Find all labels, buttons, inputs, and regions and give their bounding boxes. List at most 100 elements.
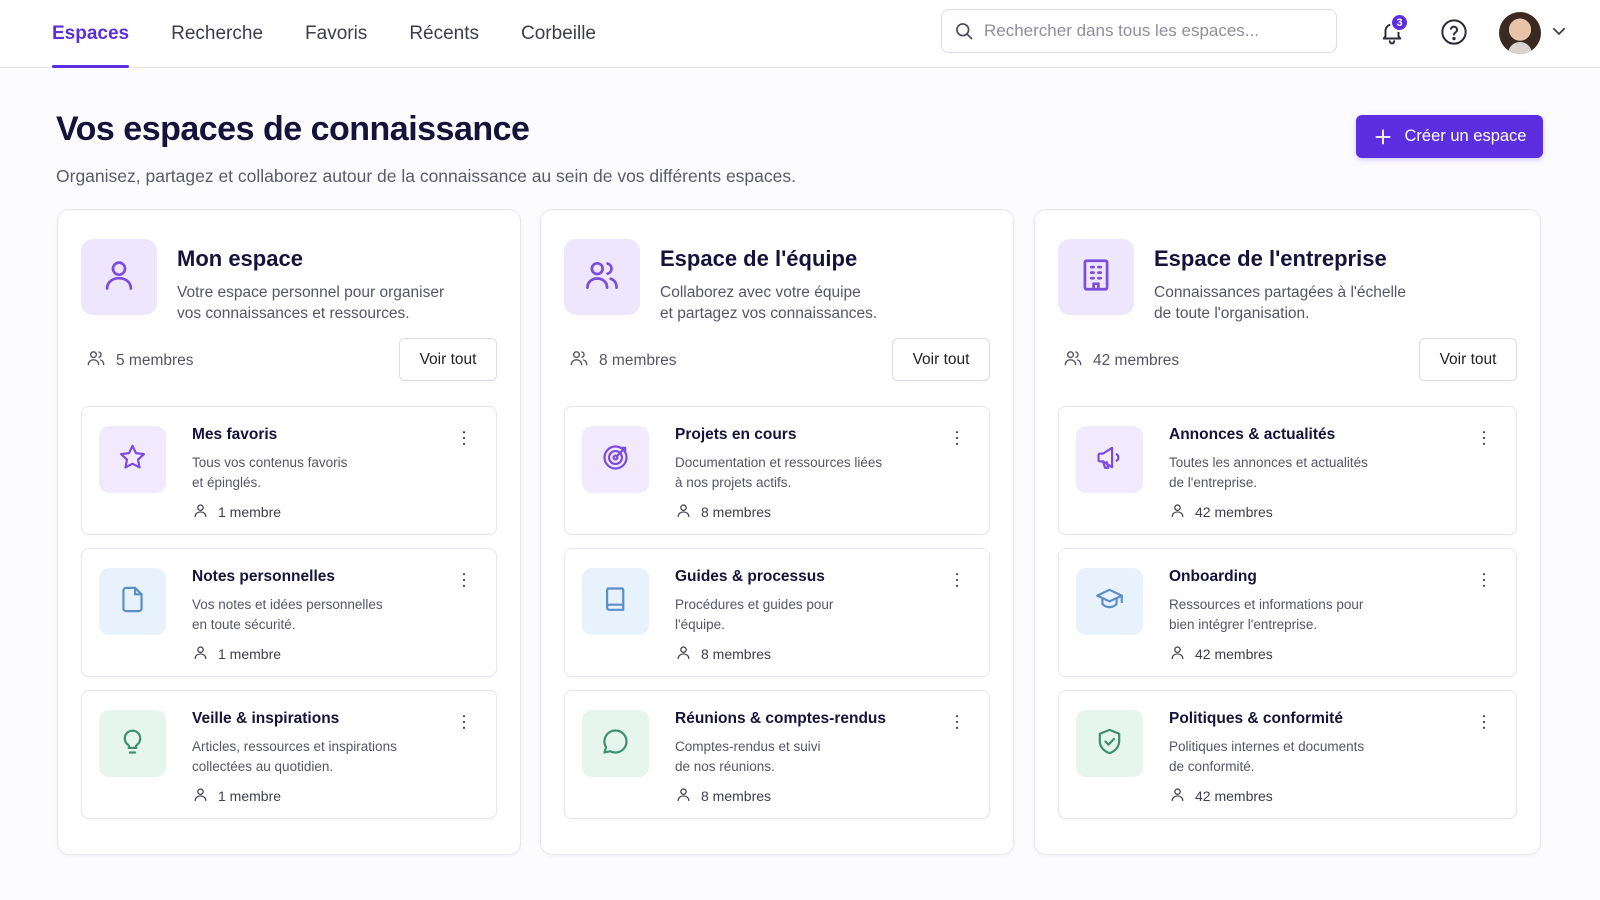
sub-space-member-count: 1 membre	[192, 502, 281, 522]
page-subtitle: Organisez, partagez et collaborez autour…	[56, 166, 796, 186]
sub-space-description-line-1: Comptes-rendus et suivi	[675, 739, 821, 754]
more-vertical-icon	[454, 428, 474, 453]
sub-space-icon	[99, 426, 166, 493]
sub-space-card[interactable]: Mes favoris Tous vos contenus favoris et é…	[81, 406, 497, 535]
user-icon	[1169, 502, 1186, 522]
sub-space-card[interactable]: Notes personnelles Vos notes et idées per…	[81, 548, 497, 677]
notifications-button[interactable]: 3	[1372, 12, 1412, 52]
sub-space-description: Procédures et guides pour l'équipe.	[675, 595, 920, 634]
sub-space-title: Annonces & actualités	[1169, 426, 1336, 443]
more-vertical-icon	[1474, 428, 1494, 453]
sub-space-member-count: 42 membres	[1169, 644, 1273, 664]
sub-space-member-count: 8 membres	[675, 786, 771, 806]
space-column-0: Mon espace Votre espace personnel pour or…	[57, 209, 521, 855]
chevron-down-icon[interactable]	[1550, 22, 1568, 45]
sub-space-description-line-2: en toute sécurité.	[192, 616, 296, 632]
create-space-label: Créer un espace	[1404, 127, 1527, 145]
more-options-button[interactable]	[1474, 713, 1494, 735]
space-member-count: 42 membres	[1063, 348, 1179, 373]
space-column-1: Espace de l'équipe Collaborez avec votre …	[540, 209, 1014, 855]
view-all-button[interactable]: Voir tout	[892, 338, 990, 381]
tab-favoris[interactable]: Favoris	[305, 0, 367, 68]
sub-space-description-line-1: Tous vos contenus favoris	[192, 455, 348, 470]
sub-space-card[interactable]: Politiques & conformité Politiques intern…	[1058, 690, 1517, 819]
tab-espaces[interactable]: Espaces	[52, 0, 130, 68]
sub-space-description: Politiques internes et documents de confo…	[1169, 737, 1414, 776]
space-header-icon	[564, 239, 640, 315]
sub-space-card[interactable]: Annonces & actualités Toutes les annonces…	[1058, 406, 1517, 535]
view-all-button[interactable]: Voir tout	[399, 338, 497, 381]
sub-space-description: Articles, ressources et inspirations coll…	[192, 737, 437, 776]
sub-space-member-count: 42 membres	[1169, 502, 1273, 522]
view-all-button[interactable]: Voir tout	[1419, 338, 1517, 381]
sub-space-title: Politiques & conformité	[1169, 710, 1343, 727]
sub-space-description-line-2: de l'entreprise.	[1169, 474, 1258, 490]
help-button[interactable]	[1434, 12, 1474, 52]
target-icon	[600, 442, 631, 478]
sub-space-description-line-2: bien intégrer l'entreprise.	[1169, 616, 1318, 632]
sub-space-description-line-2: de nos réunions.	[675, 758, 775, 774]
graduation-cap-icon	[1094, 584, 1125, 620]
more-options-button[interactable]	[947, 713, 967, 735]
sub-space-member-count-label: 1 membre	[218, 646, 282, 662]
members-icon	[1063, 348, 1083, 373]
notification-count-badge: 3	[1390, 13, 1409, 32]
space-title: Espace de l'entreprise	[1154, 246, 1387, 271]
user-icon	[1169, 644, 1186, 664]
space-member-count: 8 membres	[569, 348, 677, 373]
sub-space-description-line-1: Documentation et ressources liées	[675, 455, 883, 470]
sub-space-description: Documentation et ressources liées à nos p…	[675, 453, 920, 492]
sub-space-icon	[1076, 568, 1143, 635]
sub-space-member-count: 8 membres	[675, 644, 771, 664]
sub-space-description-line-2: de conformité.	[1169, 758, 1255, 774]
sub-space-title: Projets en cours	[675, 426, 797, 443]
book-icon	[600, 584, 631, 620]
more-options-button[interactable]	[454, 429, 474, 451]
more-options-button[interactable]	[454, 571, 474, 593]
search-input[interactable]	[984, 21, 1314, 41]
tab-recents[interactable]: Récents	[409, 0, 479, 68]
user-icon	[100, 256, 138, 299]
sub-space-description: Vos notes et idées personnelles en toute …	[192, 595, 437, 634]
sub-space-description: Tous vos contenus favoris et épinglés.	[192, 453, 437, 492]
space-member-count-label: 42 membres	[1093, 351, 1180, 369]
sub-space-member-count: 42 membres	[1169, 786, 1273, 806]
page-title: Vos espaces de connaissance	[56, 110, 530, 148]
top-navigation-bar: Espaces Recherche Favoris Récents Corbei…	[0, 0, 1600, 68]
space-description: Votre espace personnel pour organiser vos…	[177, 282, 477, 324]
members-icon	[569, 348, 589, 373]
sub-space-icon	[99, 710, 166, 777]
tab-recherche[interactable]: Recherche	[171, 0, 263, 68]
more-options-button[interactable]	[947, 571, 967, 593]
sub-space-member-count: 1 membre	[192, 786, 281, 806]
sub-space-member-count-label: 42 membres	[1195, 504, 1273, 520]
more-vertical-icon	[947, 712, 967, 737]
more-options-button[interactable]	[1474, 571, 1494, 593]
avatar[interactable]	[1499, 12, 1541, 54]
space-description-line-1: Connaissances partagées à l'échelle	[1154, 284, 1406, 301]
tab-corbeille[interactable]: Corbeille	[521, 0, 596, 68]
create-space-button[interactable]: Créer un espace	[1356, 115, 1543, 158]
lightbulb-icon	[117, 726, 148, 762]
sub-space-card[interactable]: Projets en cours Documentation et ressour…	[564, 406, 990, 535]
sub-space-card[interactable]: Onboarding Ressources et informations pou…	[1058, 548, 1517, 677]
space-member-count-label: 5 membres	[116, 351, 194, 369]
sub-space-card[interactable]: Réunions & comptes-rendus Comptes-rendus …	[564, 690, 990, 819]
more-options-button[interactable]	[454, 713, 474, 735]
space-header-icon	[81, 239, 157, 315]
more-options-button[interactable]	[1474, 429, 1494, 451]
sub-space-description-line-2: et épinglés.	[192, 474, 262, 490]
sub-space-description-line-2: collectées au quotidien.	[192, 758, 334, 774]
sub-space-member-count-label: 42 membres	[1195, 646, 1273, 662]
more-vertical-icon	[1474, 570, 1494, 595]
search-box[interactable]	[941, 9, 1337, 53]
more-options-button[interactable]	[947, 429, 967, 451]
sub-space-description-line-1: Toutes les annonces et actualités	[1169, 455, 1368, 470]
plus-icon	[1374, 128, 1391, 145]
sub-space-card[interactable]: Guides & processus Procédures et guides p…	[564, 548, 990, 677]
shield-check-icon	[1094, 726, 1125, 762]
sub-space-card[interactable]: Veille & inspirations Articles, ressource…	[81, 690, 497, 819]
search-icon	[956, 23, 973, 40]
building-icon	[1077, 256, 1115, 299]
user-icon	[675, 502, 692, 522]
